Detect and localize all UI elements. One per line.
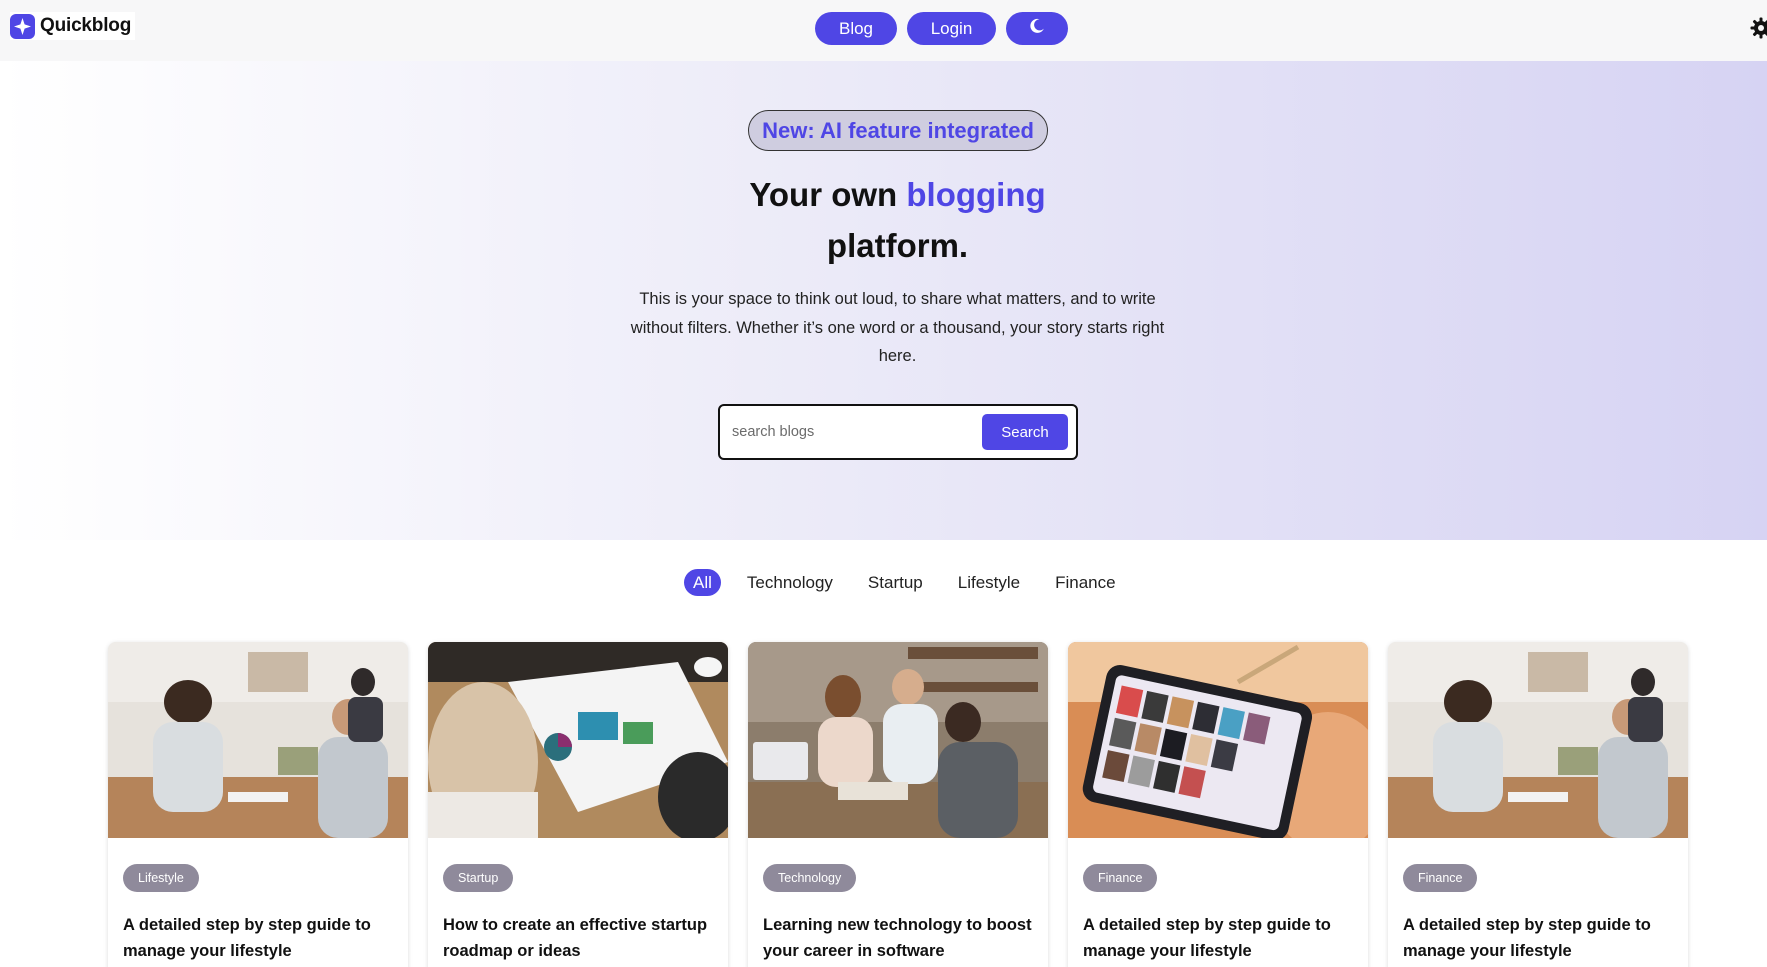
hero-title-prefix: Your own (749, 176, 907, 213)
blog-card[interactable]: Finance A detailed step by step guide to… (1068, 642, 1368, 967)
blog-card-title[interactable]: A detailed step by step guide to manage … (1403, 912, 1678, 964)
blog-card[interactable]: Startup How to create an effective start… (428, 642, 728, 967)
category-tag[interactable]: Finance (1403, 864, 1478, 892)
filter-finance[interactable]: Finance (1046, 569, 1124, 596)
blog-button[interactable]: Blog (815, 12, 897, 45)
blog-card-title[interactable]: Learning new technology to boost your ca… (763, 912, 1038, 964)
blog-card-image (428, 642, 728, 838)
hero-title-accent: blogging (906, 176, 1046, 213)
blog-card-image (1388, 642, 1688, 838)
filter-lifestyle[interactable]: Lifestyle (949, 569, 1029, 596)
category-tag[interactable]: Startup (443, 864, 514, 892)
hero-description: This is your space to think out loud, to… (630, 290, 1165, 365)
hero-title-suffix: platform. (826, 227, 969, 264)
filter-startup[interactable]: Startup (859, 569, 932, 596)
nav-buttons: Blog Login (815, 12, 1068, 45)
blog-card-title[interactable]: A detailed step by step guide to manage … (1083, 912, 1358, 964)
login-button[interactable]: Login (907, 12, 996, 45)
blog-card-title[interactable]: How to create an effective startup roadm… (443, 912, 718, 964)
hero-section: New: AI feature integrated Your own blog… (0, 61, 1767, 540)
blog-card-image (748, 642, 1048, 838)
announcement-badge[interactable]: New: AI feature integrated (748, 110, 1048, 151)
search-input[interactable] (732, 420, 962, 444)
top-navbar: Quickblog Blog Login (0, 0, 1767, 61)
category-tag[interactable]: Finance (1083, 864, 1158, 892)
category-tag[interactable]: Lifestyle (123, 864, 199, 892)
blog-card[interactable]: Lifestyle A detailed step by step guide … (108, 642, 408, 967)
blog-card-title[interactable]: A detailed step by step guide to manage … (123, 912, 398, 964)
filter-all[interactable]: All (684, 569, 721, 596)
gear-icon[interactable] (1749, 16, 1767, 40)
blog-card-list: Lifestyle A detailed step by step guide … (108, 642, 1688, 967)
blog-card[interactable]: Technology Learning new technology to bo… (748, 642, 1048, 967)
logo-text: Quickblog (40, 15, 132, 36)
filter-technology[interactable]: Technology (738, 569, 842, 596)
blog-card-image (1068, 642, 1368, 838)
blog-card-image (108, 642, 408, 838)
logo-icon (10, 13, 35, 39)
search-form: Search (718, 404, 1078, 460)
theme-toggle-button[interactable] (1006, 12, 1068, 45)
logo[interactable]: Quickblog (10, 12, 136, 40)
blog-card[interactable]: Finance A detailed step by step guide to… (1388, 642, 1688, 967)
hero-title: Your own blogging platform. (584, 169, 1211, 271)
moon-icon (1029, 18, 1045, 39)
search-button[interactable]: Search (982, 414, 1068, 450)
category-tag[interactable]: Technology (763, 864, 857, 892)
category-filters: All Technology Startup Lifestyle Finance (684, 569, 1142, 596)
